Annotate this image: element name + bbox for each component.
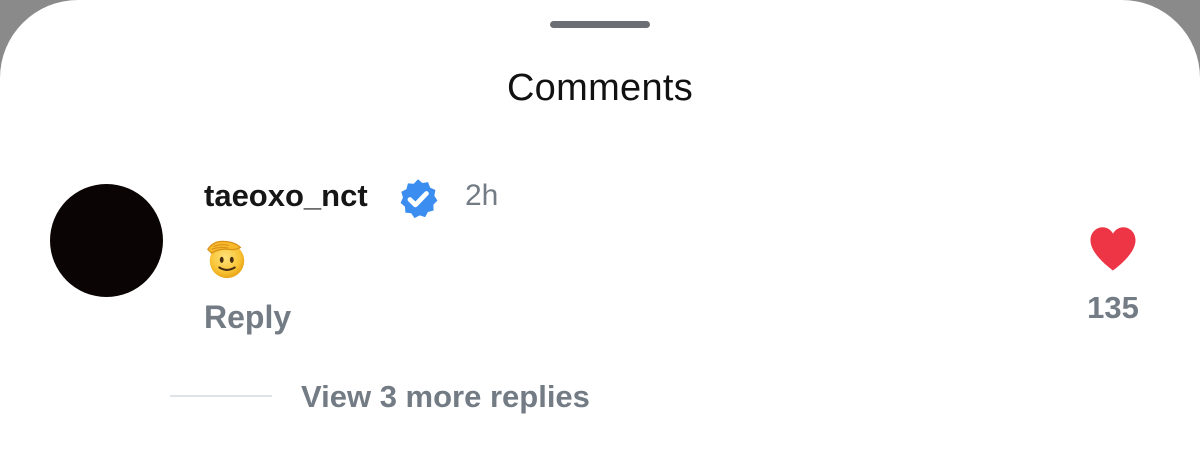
verified-badge-icon xyxy=(400,179,438,219)
comment-username[interactable]: taeoxo_nct xyxy=(204,176,368,216)
reply-button[interactable]: Reply xyxy=(204,297,291,337)
heart-icon[interactable] xyxy=(1086,223,1140,273)
avatar[interactable] xyxy=(50,184,163,297)
view-more-replies-button[interactable]: View 3 more replies xyxy=(301,377,590,417)
like-count: 135 xyxy=(1087,290,1139,325)
saluting-face-emoji xyxy=(207,240,245,279)
thread-divider xyxy=(170,395,272,397)
comment-timestamp: 2h xyxy=(465,179,499,212)
sheet-title: Comments xyxy=(506,67,694,109)
comments-sheet: Comments taeoxo_nct 2h Reply 135 View 3 … xyxy=(0,0,1200,470)
drag-handle[interactable] xyxy=(550,21,650,28)
